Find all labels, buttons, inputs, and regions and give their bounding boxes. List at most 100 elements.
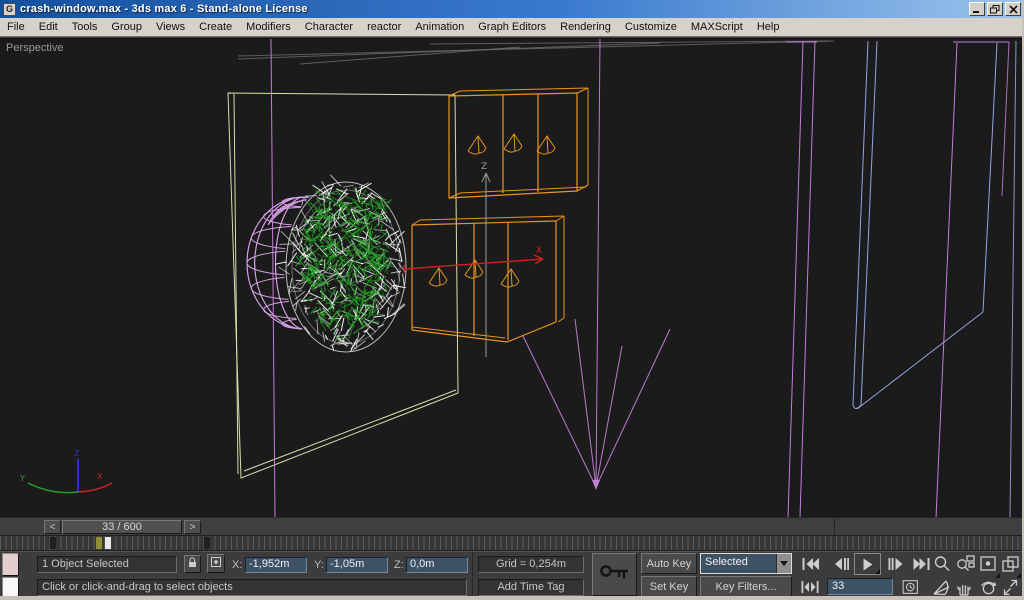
macro-recorder-swatch[interactable] [2, 553, 19, 576]
trackbar-key-key-olive[interactable] [96, 537, 102, 549]
z-coordinate-label: Z: [394, 559, 404, 571]
close-button[interactable] [1005, 2, 1021, 16]
minimize-icon [973, 10, 979, 13]
menu-customize[interactable]: Customize [618, 21, 684, 33]
window-object-bottom[interactable] [411, 215, 565, 343]
y-coordinate-label: Y: [314, 559, 324, 571]
selection-set-value: Selected [701, 554, 776, 573]
distant-gray-lines[interactable] [237, 40, 835, 65]
menu-file[interactable]: File [0, 21, 32, 33]
x-coordinate-field[interactable]: -1,952m [245, 557, 307, 573]
menu-create[interactable]: Create [192, 21, 239, 33]
svg-text:X: X [536, 246, 542, 256]
status-bar: 1 Object Selected X: -1,952m Y: -1,05m Z… [0, 551, 1024, 600]
key-mode-icon [801, 581, 819, 593]
selection-status-field: 1 Object Selected [37, 556, 177, 573]
time-slider-next-button[interactable]: > [184, 520, 201, 534]
y-coordinate-field[interactable]: -1,05m [326, 557, 388, 573]
window-frame-bottom [0, 596, 1024, 600]
menu-edit[interactable]: Edit [32, 21, 65, 33]
app-icon: G [3, 2, 16, 16]
menu-help[interactable]: Help [750, 21, 787, 33]
play-button[interactable] [854, 553, 881, 575]
time-slider-prev-button[interactable]: < [44, 520, 61, 534]
z-coordinate-field[interactable]: 0,0m [406, 557, 468, 573]
viewport-perspective[interactable]: Z X Z Y X Perspective [0, 38, 1024, 519]
menubar: File Edit Tools Group Views Create Modif… [0, 18, 1024, 37]
svg-text:X: X [97, 472, 103, 481]
absolute-mode-icon [211, 557, 221, 567]
min-max-toggle-icon [1003, 579, 1018, 596]
menu-tools[interactable]: Tools [65, 21, 105, 33]
svg-text:Z: Z [481, 162, 487, 172]
menu-character[interactable]: Character [298, 21, 360, 33]
menu-views[interactable]: Views [149, 21, 192, 33]
zoom-all-icon [957, 555, 975, 571]
menu-modifiers[interactable]: Modifiers [239, 21, 298, 33]
time-slider-row: < 33 / 600 > [0, 517, 1024, 536]
scene-canvas: Z X Z Y X [19, 38, 1017, 519]
set-key-button[interactable]: Set Key [641, 576, 697, 597]
zoom-extents-icon [980, 556, 996, 571]
minimize-button[interactable] [969, 2, 985, 16]
world-axis-tripod[interactable]: Z Y X [19, 449, 113, 494]
viewport-label[interactable]: Perspective [6, 42, 63, 54]
grid-setting-field: Grid = 0,254m [478, 556, 584, 573]
go-to-start-button[interactable] [798, 554, 822, 577]
zoom-extents-all-icon [1002, 556, 1019, 572]
current-frame-field[interactable]: 33 [827, 578, 893, 595]
time-slider-thumb[interactable]: 33 / 600 [62, 520, 182, 534]
track-bar[interactable] [0, 535, 1024, 551]
trackbar-key-key[interactable] [204, 537, 210, 549]
menu-rendering[interactable]: Rendering [553, 21, 618, 33]
previous-frame-button[interactable] [828, 554, 852, 577]
statusbar-separator [472, 552, 473, 597]
spotlight-cone[interactable] [522, 38, 671, 490]
trackbar-key-current[interactable] [105, 537, 111, 549]
auto-key-button[interactable]: Auto Key [641, 553, 697, 574]
titlebar[interactable]: G crash-window.max - 3ds max 6 - Stand-a… [0, 0, 1024, 18]
menu-reactor[interactable]: reactor [360, 21, 408, 33]
flyout-corner [875, 569, 880, 574]
restore-icon [990, 4, 1000, 13]
pan-hand-icon [957, 585, 971, 596]
close-icon [1008, 4, 1018, 14]
window-object-top[interactable] [448, 87, 589, 199]
field-of-view-icon [933, 580, 950, 596]
svg-text:Y: Y [19, 474, 25, 483]
zoom-extents-all-button[interactable] [1000, 553, 1021, 578]
wireframe-blue-plane[interactable] [852, 40, 1017, 519]
scene-lines-right[interactable] [786, 40, 817, 519]
zoom-all-button[interactable] [954, 553, 977, 578]
next-frame-icon [888, 558, 903, 570]
add-time-tag-field[interactable]: Add Time Tag [478, 579, 584, 596]
key-icon [599, 565, 628, 579]
next-frame-button[interactable] [885, 554, 909, 577]
menu-group[interactable]: Group [104, 21, 149, 33]
menu-maxscript[interactable]: MAXScript [684, 21, 750, 33]
trackbar-key-key[interactable] [50, 537, 56, 549]
set-keys-button[interactable] [592, 553, 637, 596]
menu-graph-editors[interactable]: Graph Editors [471, 21, 553, 33]
selection-set-dropdown[interactable]: Selected [700, 553, 792, 574]
arc-rotate-icon [981, 581, 997, 595]
previous-frame-icon [835, 558, 849, 570]
svg-text:Z: Z [74, 449, 80, 458]
key-filters-button[interactable]: Key Filters... [700, 576, 792, 597]
zoom-extents-button[interactable] [977, 553, 1000, 578]
zoom-button[interactable] [931, 553, 954, 578]
timeline-separator [834, 518, 835, 536]
zoom-icon [934, 556, 950, 571]
menu-animation[interactable]: Animation [408, 21, 471, 33]
selection-lock-button[interactable] [184, 555, 201, 573]
go-to-start-icon [802, 558, 819, 570]
lock-icon [189, 557, 196, 567]
x-coordinate-label: X: [232, 559, 243, 571]
absolute-mode-toggle-button[interactable] [207, 554, 225, 573]
window-title: crash-window.max - 3ds max 6 - Stand-alo… [20, 3, 308, 15]
app-window: G crash-window.max - 3ds max 6 - Stand-a… [0, 0, 1024, 600]
mini-listener-swatch[interactable] [2, 577, 19, 597]
dropdown-arrow-button[interactable] [776, 554, 791, 573]
restore-button[interactable] [987, 2, 1003, 16]
time-configuration-icon [902, 580, 918, 594]
